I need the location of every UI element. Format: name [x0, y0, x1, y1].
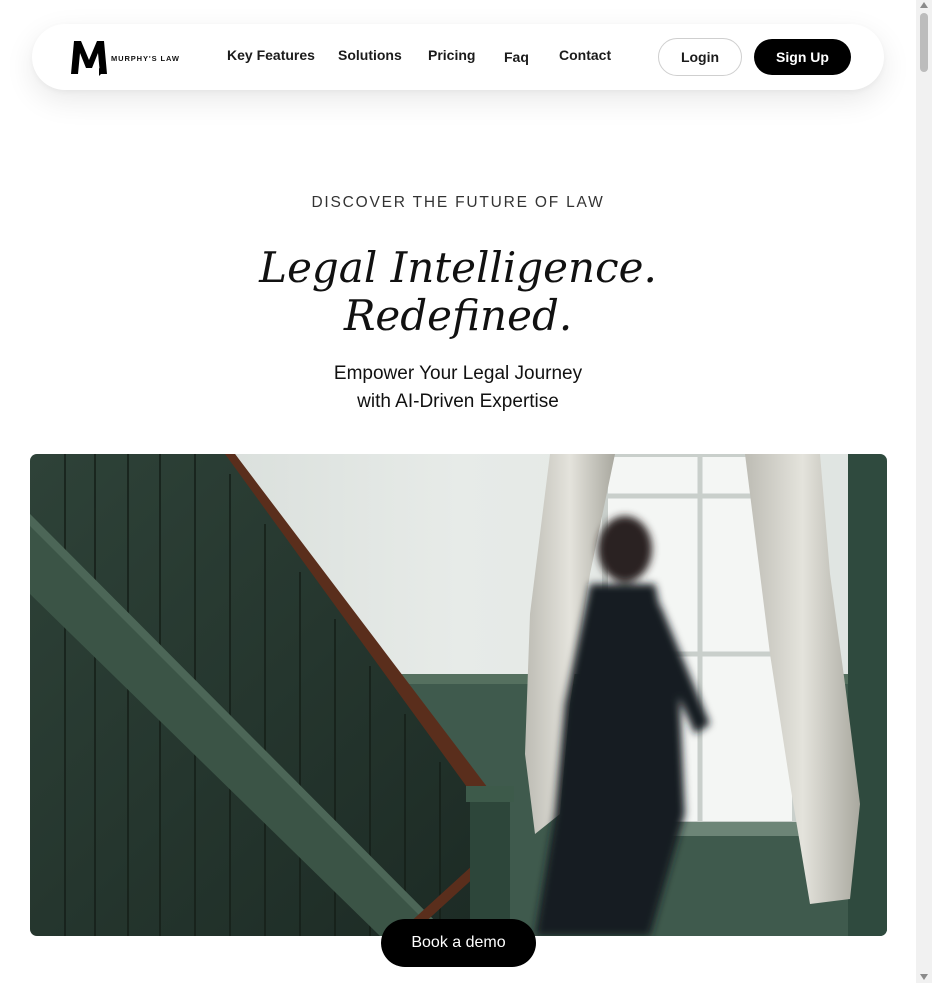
brand-name: MURPHY'S LAW — [111, 53, 180, 63]
hero-eyebrow: DISCOVER THE FUTURE OF LAW — [311, 194, 605, 211]
hero-headline-line1: Legal Intelligence. — [259, 243, 657, 292]
scroll-down-arrow-icon[interactable] — [920, 974, 928, 980]
page-scrollbar[interactable] — [916, 0, 932, 983]
scroll-up-arrow-icon[interactable] — [920, 2, 928, 8]
scrollbar-thumb[interactable] — [920, 13, 928, 72]
nav-contact[interactable]: Contact — [559, 47, 611, 63]
logo-m-mark-icon — [71, 41, 107, 76]
book-demo-button[interactable]: Book a demo — [381, 919, 536, 967]
nav-key-features[interactable]: Key Features — [227, 47, 315, 63]
nav-solutions[interactable]: Solutions — [338, 47, 402, 63]
hero-subheadline-line1: Empower Your Legal Journey — [333, 363, 583, 384]
login-button[interactable]: Login — [658, 38, 742, 76]
hero-subheadline: Empower Your Legal Journey with AI-Drive… — [0, 360, 916, 416]
nav-faq[interactable]: Faq — [504, 49, 529, 65]
hero-subheadline-line2: with AI-Driven Expertise — [357, 391, 559, 412]
hero-headline: Legal Intelligence. Redefined. — [0, 244, 916, 340]
hero-headline-line2: Redefined. — [343, 291, 573, 340]
staircase-man-photo — [30, 454, 887, 936]
signup-button[interactable]: Sign Up — [754, 39, 851, 75]
top-navbar: MURPHY'S LAW Key Features Solutions Pric… — [32, 24, 884, 90]
nav-pricing[interactable]: Pricing — [428, 47, 475, 63]
hero-photo — [30, 454, 887, 936]
brand-logo[interactable]: MURPHY'S LAW — [70, 38, 180, 76]
